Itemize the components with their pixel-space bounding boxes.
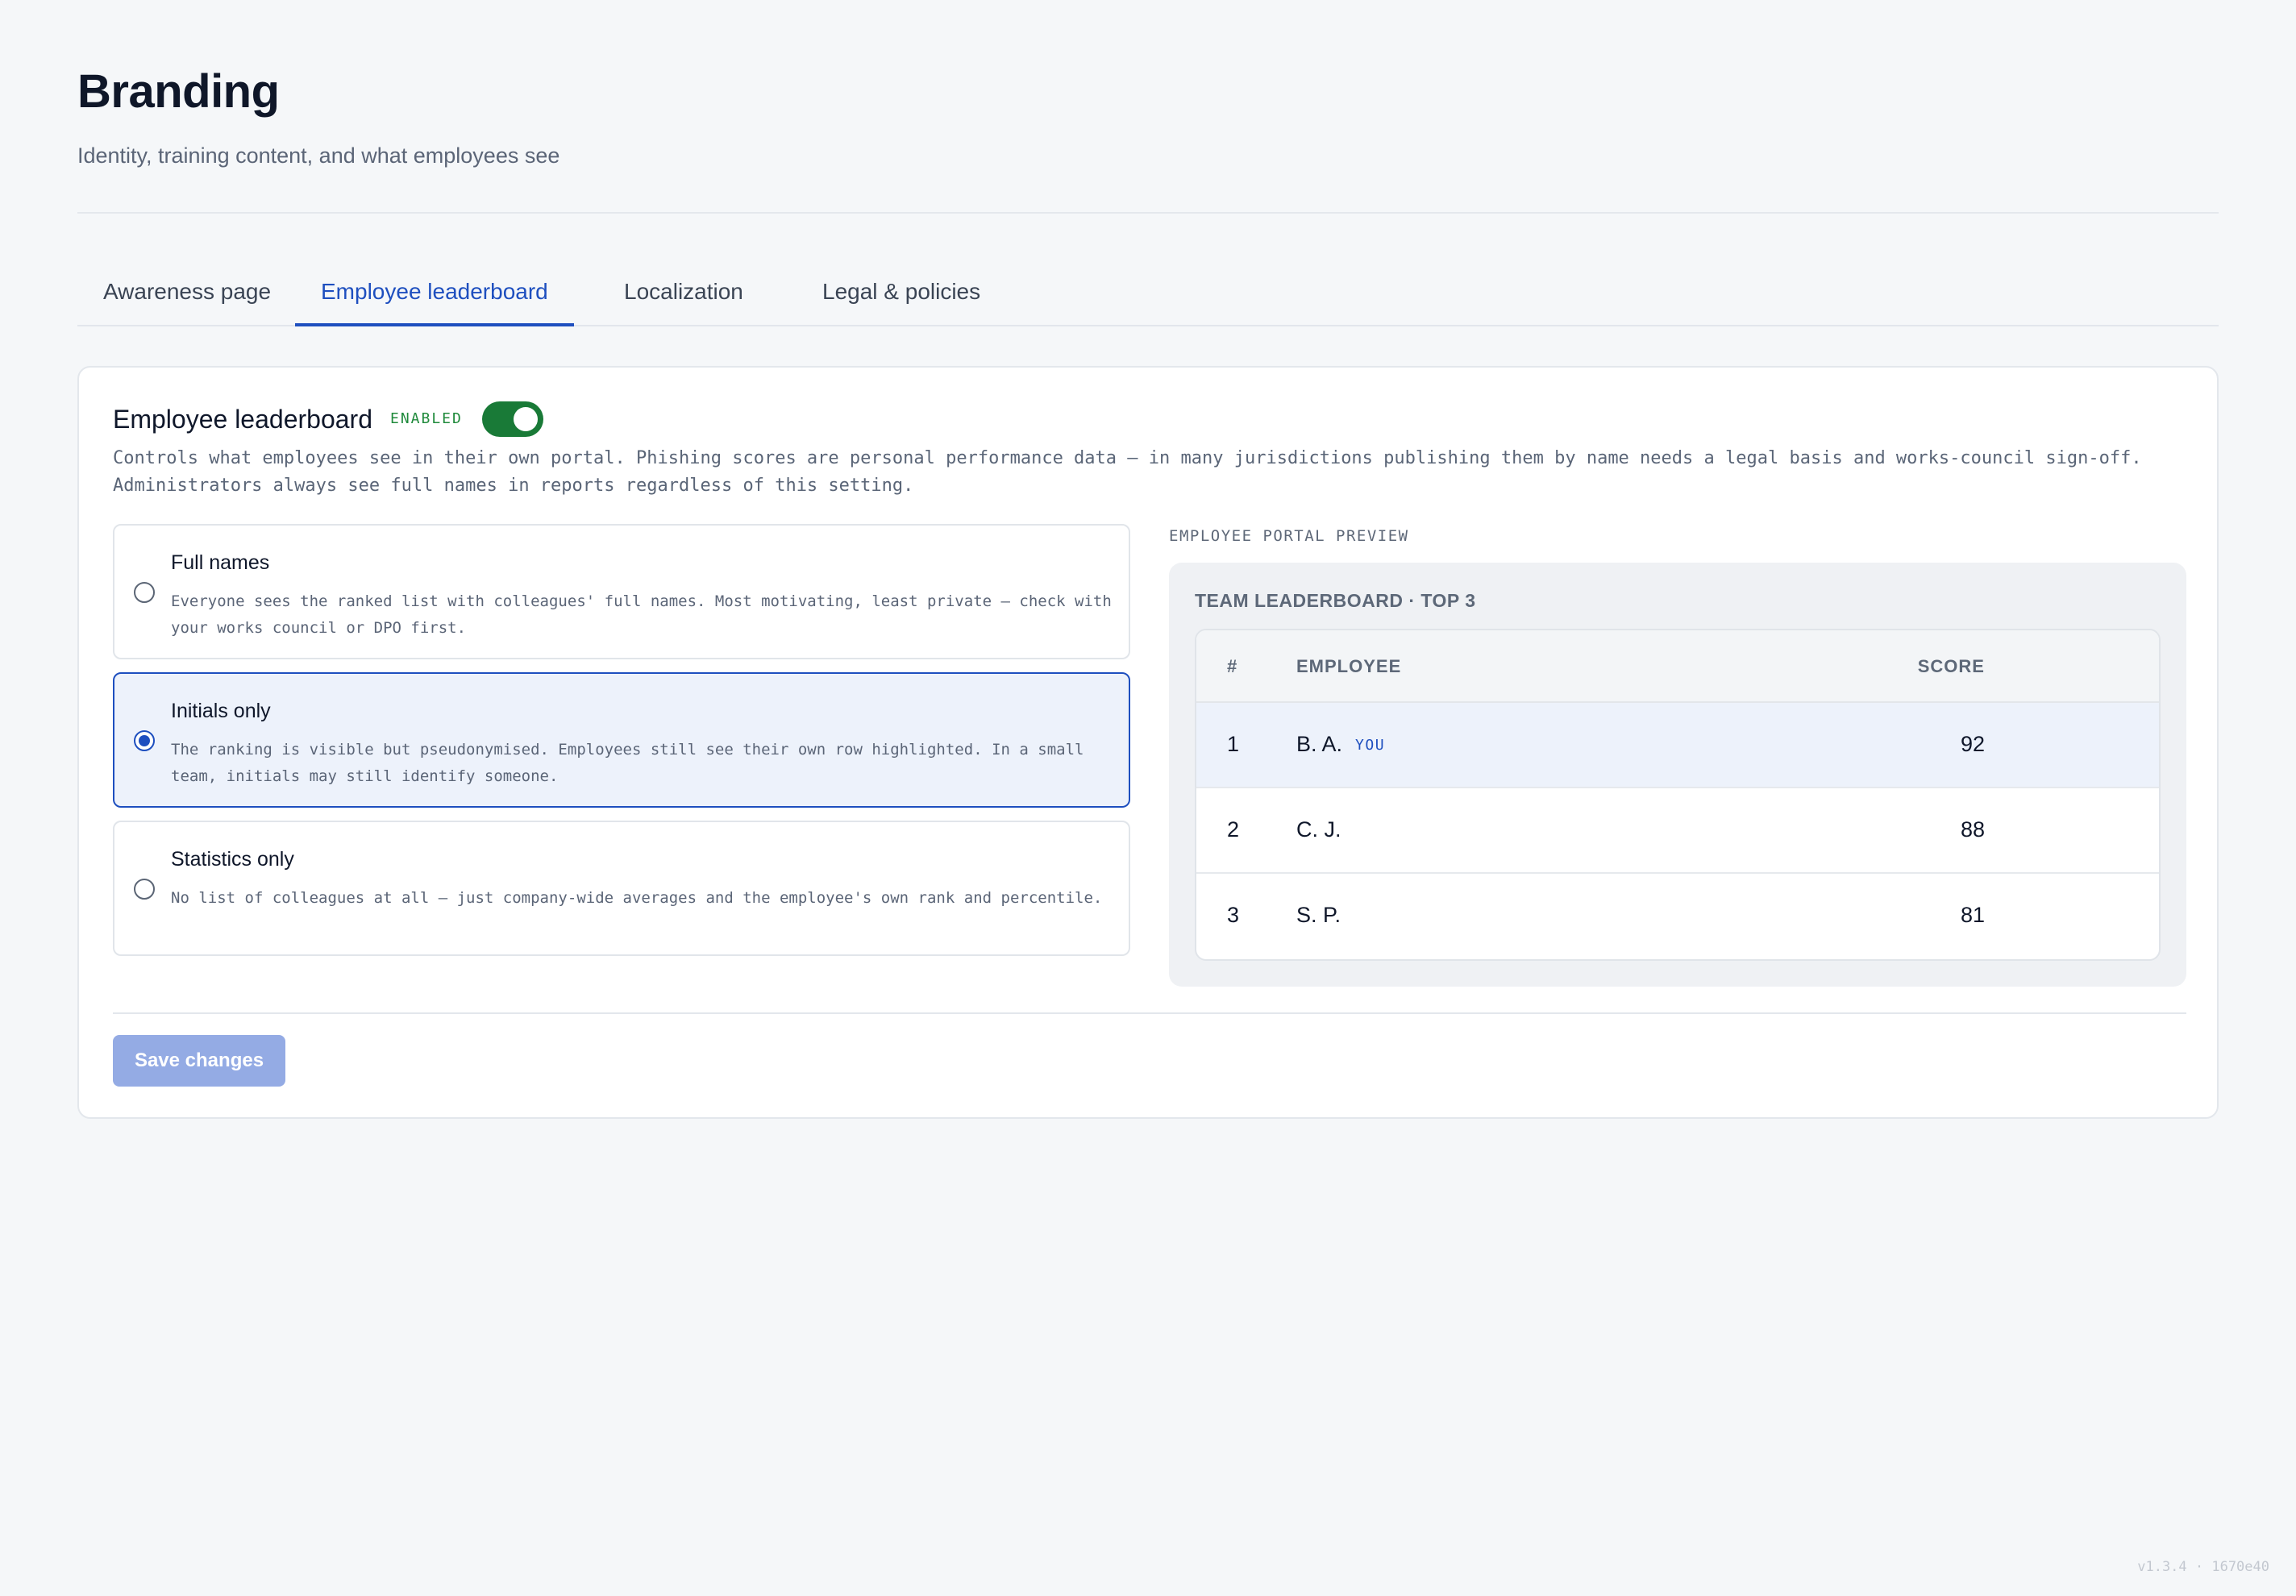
option-full-names[interactable]: Full names Everyone sees the ranked list…: [113, 524, 1130, 659]
row-employee: C. J.: [1296, 817, 1341, 842]
card-footer-divider: [113, 1012, 2186, 1014]
row-employee: B. A. YOU: [1296, 732, 1385, 757]
column-header-rank: #: [1227, 656, 1238, 676]
option-description: Everyone sees the ranked list with colle…: [171, 592, 1112, 637]
leaderboard-settings-card: Employee leaderboard ENABLED Controls wh…: [77, 366, 2219, 1119]
card-description: Controls what employees see in their own…: [113, 448, 2142, 496]
tab-employee-leaderboard[interactable]: Employee leaderboard: [295, 266, 574, 326]
tab-localization[interactable]: Localization: [598, 266, 769, 326]
save-changes-button[interactable]: Save changes: [113, 1035, 285, 1087]
header-divider: [77, 212, 2219, 214]
option-statistics-only[interactable]: Statistics only No list of colleagues at…: [113, 821, 1130, 956]
leaderboard-toggle[interactable]: [482, 401, 543, 437]
leaderboard-table: # EMPLOYEE SCORE 1 B. A. YOU 92 2 C. J. 8…: [1195, 629, 2161, 961]
column-header-employee: EMPLOYEE: [1296, 656, 1402, 676]
option-title: Initials only: [171, 700, 271, 722]
radio-initials-only[interactable]: [134, 730, 155, 751]
you-tag: YOU: [1355, 737, 1386, 754]
option-initials-only[interactable]: Initials only The ranking is visible but…: [113, 672, 1130, 808]
option-title: Full names: [171, 551, 270, 574]
employee-initials: B. A.: [1296, 732, 1343, 756]
option-title: Statistics only: [171, 848, 294, 871]
table-row: 3 S. P. 81: [1196, 874, 2159, 959]
row-rank: 3: [1227, 903, 1240, 927]
toggle-knob: [514, 407, 538, 431]
preview-label: EMPLOYEE PORTAL PREVIEW: [1169, 527, 1409, 545]
radio-selected-dot: [139, 735, 150, 746]
page-title: Branding: [77, 65, 280, 118]
radio-full-names[interactable]: [134, 582, 155, 603]
row-score: 81: [1960, 903, 1985, 927]
card-title: Employee leaderboard: [113, 405, 372, 434]
employee-portal-preview: TEAM LEADERBOARD · TOP 3 # EMPLOYEE SCOR…: [1169, 563, 2186, 987]
column-header-score: SCORE: [1917, 656, 1985, 676]
row-rank: 2: [1227, 817, 1240, 842]
preview-heading: TEAM LEADERBOARD · TOP 3: [1195, 590, 1476, 611]
table-header: # EMPLOYEE SCORE: [1196, 630, 2159, 703]
radio-statistics-only[interactable]: [134, 879, 155, 900]
row-score: 92: [1960, 732, 1985, 756]
row-score: 88: [1960, 817, 1985, 842]
tab-awareness-page[interactable]: Awareness page: [77, 266, 297, 326]
row-employee: S. P.: [1296, 903, 1341, 927]
settings-tabs: Awareness page Employee leaderboard Loca…: [77, 266, 2219, 326]
page-subtitle: Identity, training content, and what emp…: [77, 143, 560, 168]
table-row-current-user: 1 B. A. YOU 92: [1196, 703, 2159, 788]
option-description: The ranking is visible but pseudonymised…: [171, 741, 1084, 785]
status-badge: ENABLED: [390, 410, 463, 427]
table-row: 2 C. J. 88: [1196, 788, 2159, 874]
option-description: No list of colleagues at all — just comp…: [171, 889, 1103, 907]
tab-legal-policies[interactable]: Legal & policies: [797, 266, 1006, 326]
version-label: v1.3.4 · 1670e40: [2137, 1559, 2269, 1575]
row-rank: 1: [1227, 732, 1240, 756]
